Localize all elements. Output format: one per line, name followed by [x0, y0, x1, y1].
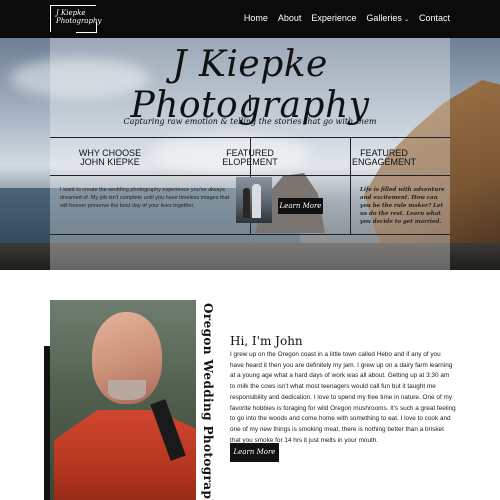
nav-experience-link[interactable]: Experience	[311, 13, 356, 26]
elopement-heading-line2: Elopement	[222, 157, 278, 167]
featured-engagement-heading: Featured Engagement	[334, 149, 434, 167]
top-navbar: J Kiepke Photography Home About Experien…	[0, 0, 500, 38]
site-logo[interactable]: J Kiepke Photography	[50, 5, 102, 33]
featured-elopement-heading: Featured Elopement	[200, 149, 300, 167]
engagement-heading-line2: Engagement	[351, 157, 416, 167]
about-greeting: Hi, I'm John	[230, 334, 303, 348]
oregon-wedding-photographer-heading: Oregon Wedding Photographer	[201, 303, 215, 500]
why-choose-heading: Why choose John Kiepke	[60, 149, 160, 167]
nav-contact-link[interactable]: Contact	[419, 13, 450, 26]
nav-galleries-label: Galleries	[366, 13, 402, 23]
divider-line	[50, 234, 450, 235]
couple-figure	[252, 184, 261, 218]
john-portrait-photo	[50, 300, 196, 500]
beard-shape	[108, 380, 146, 400]
elopement-learn-more-button[interactable]: Learn More	[278, 198, 323, 214]
hero-tagline: Capturing raw emotion & telling the stor…	[123, 117, 377, 126]
about-learn-more-button[interactable]: Learn More	[230, 443, 279, 462]
hero-section: J Kiepke Photography Capturing raw emoti…	[0, 38, 500, 270]
nav-galleries-dropdown[interactable]: Galleries ⌄	[366, 13, 409, 26]
why-choose-text: I want to create the wedding photography…	[60, 187, 230, 209]
nav-home-link[interactable]: Home	[244, 13, 268, 26]
title-divider	[249, 95, 251, 111]
why-choose-heading-line2: John Kiepke	[80, 157, 140, 167]
about-bio-text: I grew up on the Oregon coast in a littl…	[230, 351, 456, 444]
couple-figure	[243, 188, 250, 218]
engagement-text: Life is filled with adventure and excite…	[360, 187, 445, 225]
main-menu: Home About Experience Galleries ⌄ Contact	[244, 13, 450, 26]
hero-title: J Kiepke Photography	[130, 44, 370, 126]
elopement-photo[interactable]	[236, 177, 272, 223]
logo-text: J Kiepke Photography	[56, 9, 102, 25]
nav-about-link[interactable]: About	[278, 13, 302, 26]
chevron-down-icon: ⌄	[403, 17, 409, 23]
